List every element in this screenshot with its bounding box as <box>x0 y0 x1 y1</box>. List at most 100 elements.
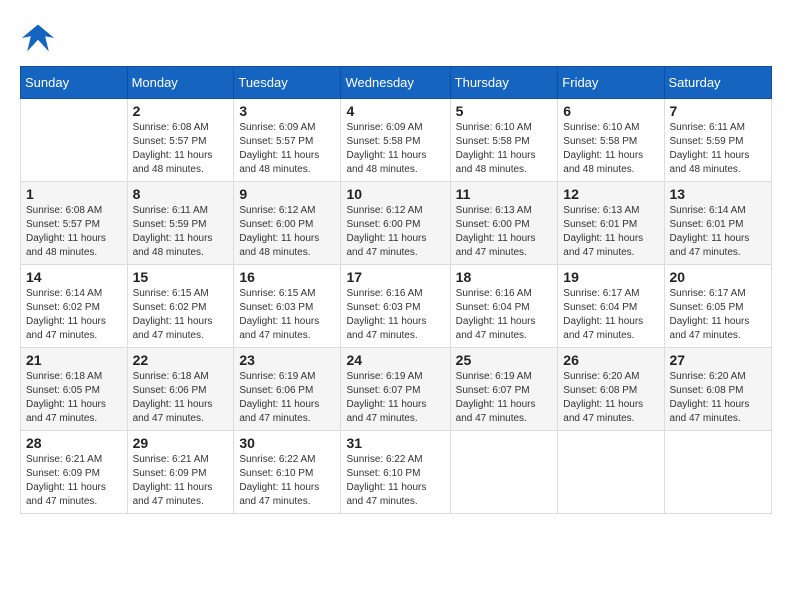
day-number: 8 <box>133 186 229 202</box>
calendar-cell: 21 Sunrise: 6:18 AM Sunset: 6:05 PM Dayl… <box>21 348 128 431</box>
day-number: 13 <box>670 186 766 202</box>
day-info: Sunrise: 6:20 AM Sunset: 6:08 PM Dayligh… <box>670 370 766 426</box>
day-number: 16 <box>239 269 335 285</box>
day-number: 26 <box>563 352 658 368</box>
day-info: Sunrise: 6:17 AM Sunset: 6:04 PM Dayligh… <box>563 287 658 343</box>
day-info: Sunrise: 6:14 AM Sunset: 6:02 PM Dayligh… <box>26 287 122 343</box>
day-info: Sunrise: 6:15 AM Sunset: 6:03 PM Dayligh… <box>239 287 335 343</box>
day-number: 1 <box>26 186 122 202</box>
day-info: Sunrise: 6:18 AM Sunset: 6:06 PM Dayligh… <box>133 370 229 426</box>
calendar-week-4: 28 Sunrise: 6:21 AM Sunset: 6:09 PM Dayl… <box>21 431 772 514</box>
day-info: Sunrise: 6:22 AM Sunset: 6:10 PM Dayligh… <box>346 453 444 509</box>
day-info: Sunrise: 6:08 AM Sunset: 5:57 PM Dayligh… <box>133 121 229 177</box>
calendar-cell: 17 Sunrise: 6:16 AM Sunset: 6:03 PM Dayl… <box>341 265 450 348</box>
day-number: 28 <box>26 435 122 451</box>
calendar-cell: 20 Sunrise: 6:17 AM Sunset: 6:05 PM Dayl… <box>664 265 771 348</box>
day-number: 2 <box>133 103 229 119</box>
day-info: Sunrise: 6:16 AM Sunset: 6:04 PM Dayligh… <box>456 287 553 343</box>
day-number: 3 <box>239 103 335 119</box>
day-number: 12 <box>563 186 658 202</box>
calendar-cell: 11 Sunrise: 6:13 AM Sunset: 6:00 PM Dayl… <box>450 182 558 265</box>
calendar-cell: 29 Sunrise: 6:21 AM Sunset: 6:09 PM Dayl… <box>127 431 234 514</box>
calendar-week-2: 14 Sunrise: 6:14 AM Sunset: 6:02 PM Dayl… <box>21 265 772 348</box>
day-number: 31 <box>346 435 444 451</box>
day-number: 14 <box>26 269 122 285</box>
calendar-cell: 14 Sunrise: 6:14 AM Sunset: 6:02 PM Dayl… <box>21 265 128 348</box>
calendar-cell: 12 Sunrise: 6:13 AM Sunset: 6:01 PM Dayl… <box>558 182 664 265</box>
logo <box>20 20 60 56</box>
day-number: 27 <box>670 352 766 368</box>
calendar-cell: 10 Sunrise: 6:12 AM Sunset: 6:00 PM Dayl… <box>341 182 450 265</box>
calendar-cell: 25 Sunrise: 6:19 AM Sunset: 6:07 PM Dayl… <box>450 348 558 431</box>
day-number: 6 <box>563 103 658 119</box>
day-info: Sunrise: 6:15 AM Sunset: 6:02 PM Dayligh… <box>133 287 229 343</box>
calendar-cell: 5 Sunrise: 6:10 AM Sunset: 5:58 PM Dayli… <box>450 99 558 182</box>
day-header-friday: Friday <box>558 67 664 99</box>
day-number: 11 <box>456 186 553 202</box>
day-number: 29 <box>133 435 229 451</box>
calendar-cell: 19 Sunrise: 6:17 AM Sunset: 6:04 PM Dayl… <box>558 265 664 348</box>
calendar-cell: 28 Sunrise: 6:21 AM Sunset: 6:09 PM Dayl… <box>21 431 128 514</box>
day-info: Sunrise: 6:09 AM Sunset: 5:57 PM Dayligh… <box>239 121 335 177</box>
day-info: Sunrise: 6:19 AM Sunset: 6:06 PM Dayligh… <box>239 370 335 426</box>
day-info: Sunrise: 6:11 AM Sunset: 5:59 PM Dayligh… <box>133 204 229 260</box>
day-number: 30 <box>239 435 335 451</box>
calendar-cell: 27 Sunrise: 6:20 AM Sunset: 6:08 PM Dayl… <box>664 348 771 431</box>
day-number: 24 <box>346 352 444 368</box>
calendar-header-row: SundayMondayTuesdayWednesdayThursdayFrid… <box>21 67 772 99</box>
calendar-table: SundayMondayTuesdayWednesdayThursdayFrid… <box>20 66 772 514</box>
calendar-cell: 23 Sunrise: 6:19 AM Sunset: 6:06 PM Dayl… <box>234 348 341 431</box>
day-number: 10 <box>346 186 444 202</box>
day-header-monday: Monday <box>127 67 234 99</box>
calendar-cell: 8 Sunrise: 6:11 AM Sunset: 5:59 PM Dayli… <box>127 182 234 265</box>
logo-icon <box>20 20 56 56</box>
calendar-cell: 15 Sunrise: 6:15 AM Sunset: 6:02 PM Dayl… <box>127 265 234 348</box>
day-header-tuesday: Tuesday <box>234 67 341 99</box>
day-info: Sunrise: 6:12 AM Sunset: 6:00 PM Dayligh… <box>346 204 444 260</box>
day-info: Sunrise: 6:20 AM Sunset: 6:08 PM Dayligh… <box>563 370 658 426</box>
day-info: Sunrise: 6:10 AM Sunset: 5:58 PM Dayligh… <box>563 121 658 177</box>
day-info: Sunrise: 6:10 AM Sunset: 5:58 PM Dayligh… <box>456 121 553 177</box>
calendar-cell: 9 Sunrise: 6:12 AM Sunset: 6:00 PM Dayli… <box>234 182 341 265</box>
calendar-cell: 2 Sunrise: 6:08 AM Sunset: 5:57 PM Dayli… <box>127 99 234 182</box>
day-info: Sunrise: 6:09 AM Sunset: 5:58 PM Dayligh… <box>346 121 444 177</box>
calendar-cell: 30 Sunrise: 6:22 AM Sunset: 6:10 PM Dayl… <box>234 431 341 514</box>
day-info: Sunrise: 6:14 AM Sunset: 6:01 PM Dayligh… <box>670 204 766 260</box>
calendar-cell: 4 Sunrise: 6:09 AM Sunset: 5:58 PM Dayli… <box>341 99 450 182</box>
day-number: 17 <box>346 269 444 285</box>
calendar-cell <box>450 431 558 514</box>
calendar-cell: 1 Sunrise: 6:08 AM Sunset: 5:57 PM Dayli… <box>21 182 128 265</box>
calendar-cell: 22 Sunrise: 6:18 AM Sunset: 6:06 PM Dayl… <box>127 348 234 431</box>
calendar-cell: 18 Sunrise: 6:16 AM Sunset: 6:04 PM Dayl… <box>450 265 558 348</box>
calendar-cell: 26 Sunrise: 6:20 AM Sunset: 6:08 PM Dayl… <box>558 348 664 431</box>
day-info: Sunrise: 6:22 AM Sunset: 6:10 PM Dayligh… <box>239 453 335 509</box>
day-info: Sunrise: 6:13 AM Sunset: 6:00 PM Dayligh… <box>456 204 553 260</box>
day-info: Sunrise: 6:19 AM Sunset: 6:07 PM Dayligh… <box>456 370 553 426</box>
calendar-cell <box>21 99 128 182</box>
day-info: Sunrise: 6:16 AM Sunset: 6:03 PM Dayligh… <box>346 287 444 343</box>
day-info: Sunrise: 6:08 AM Sunset: 5:57 PM Dayligh… <box>26 204 122 260</box>
day-number: 20 <box>670 269 766 285</box>
calendar-week-0: 2 Sunrise: 6:08 AM Sunset: 5:57 PM Dayli… <box>21 99 772 182</box>
day-number: 18 <box>456 269 553 285</box>
calendar-cell: 24 Sunrise: 6:19 AM Sunset: 6:07 PM Dayl… <box>341 348 450 431</box>
day-number: 22 <box>133 352 229 368</box>
day-number: 25 <box>456 352 553 368</box>
day-number: 21 <box>26 352 122 368</box>
calendar-week-1: 1 Sunrise: 6:08 AM Sunset: 5:57 PM Dayli… <box>21 182 772 265</box>
calendar-cell: 16 Sunrise: 6:15 AM Sunset: 6:03 PM Dayl… <box>234 265 341 348</box>
day-info: Sunrise: 6:17 AM Sunset: 6:05 PM Dayligh… <box>670 287 766 343</box>
day-number: 5 <box>456 103 553 119</box>
day-info: Sunrise: 6:18 AM Sunset: 6:05 PM Dayligh… <box>26 370 122 426</box>
day-info: Sunrise: 6:13 AM Sunset: 6:01 PM Dayligh… <box>563 204 658 260</box>
day-number: 19 <box>563 269 658 285</box>
day-number: 7 <box>670 103 766 119</box>
calendar-cell: 13 Sunrise: 6:14 AM Sunset: 6:01 PM Dayl… <box>664 182 771 265</box>
day-header-thursday: Thursday <box>450 67 558 99</box>
day-header-wednesday: Wednesday <box>341 67 450 99</box>
calendar-week-3: 21 Sunrise: 6:18 AM Sunset: 6:05 PM Dayl… <box>21 348 772 431</box>
calendar-cell <box>558 431 664 514</box>
day-number: 9 <box>239 186 335 202</box>
day-number: 4 <box>346 103 444 119</box>
calendar-cell: 7 Sunrise: 6:11 AM Sunset: 5:59 PM Dayli… <box>664 99 771 182</box>
